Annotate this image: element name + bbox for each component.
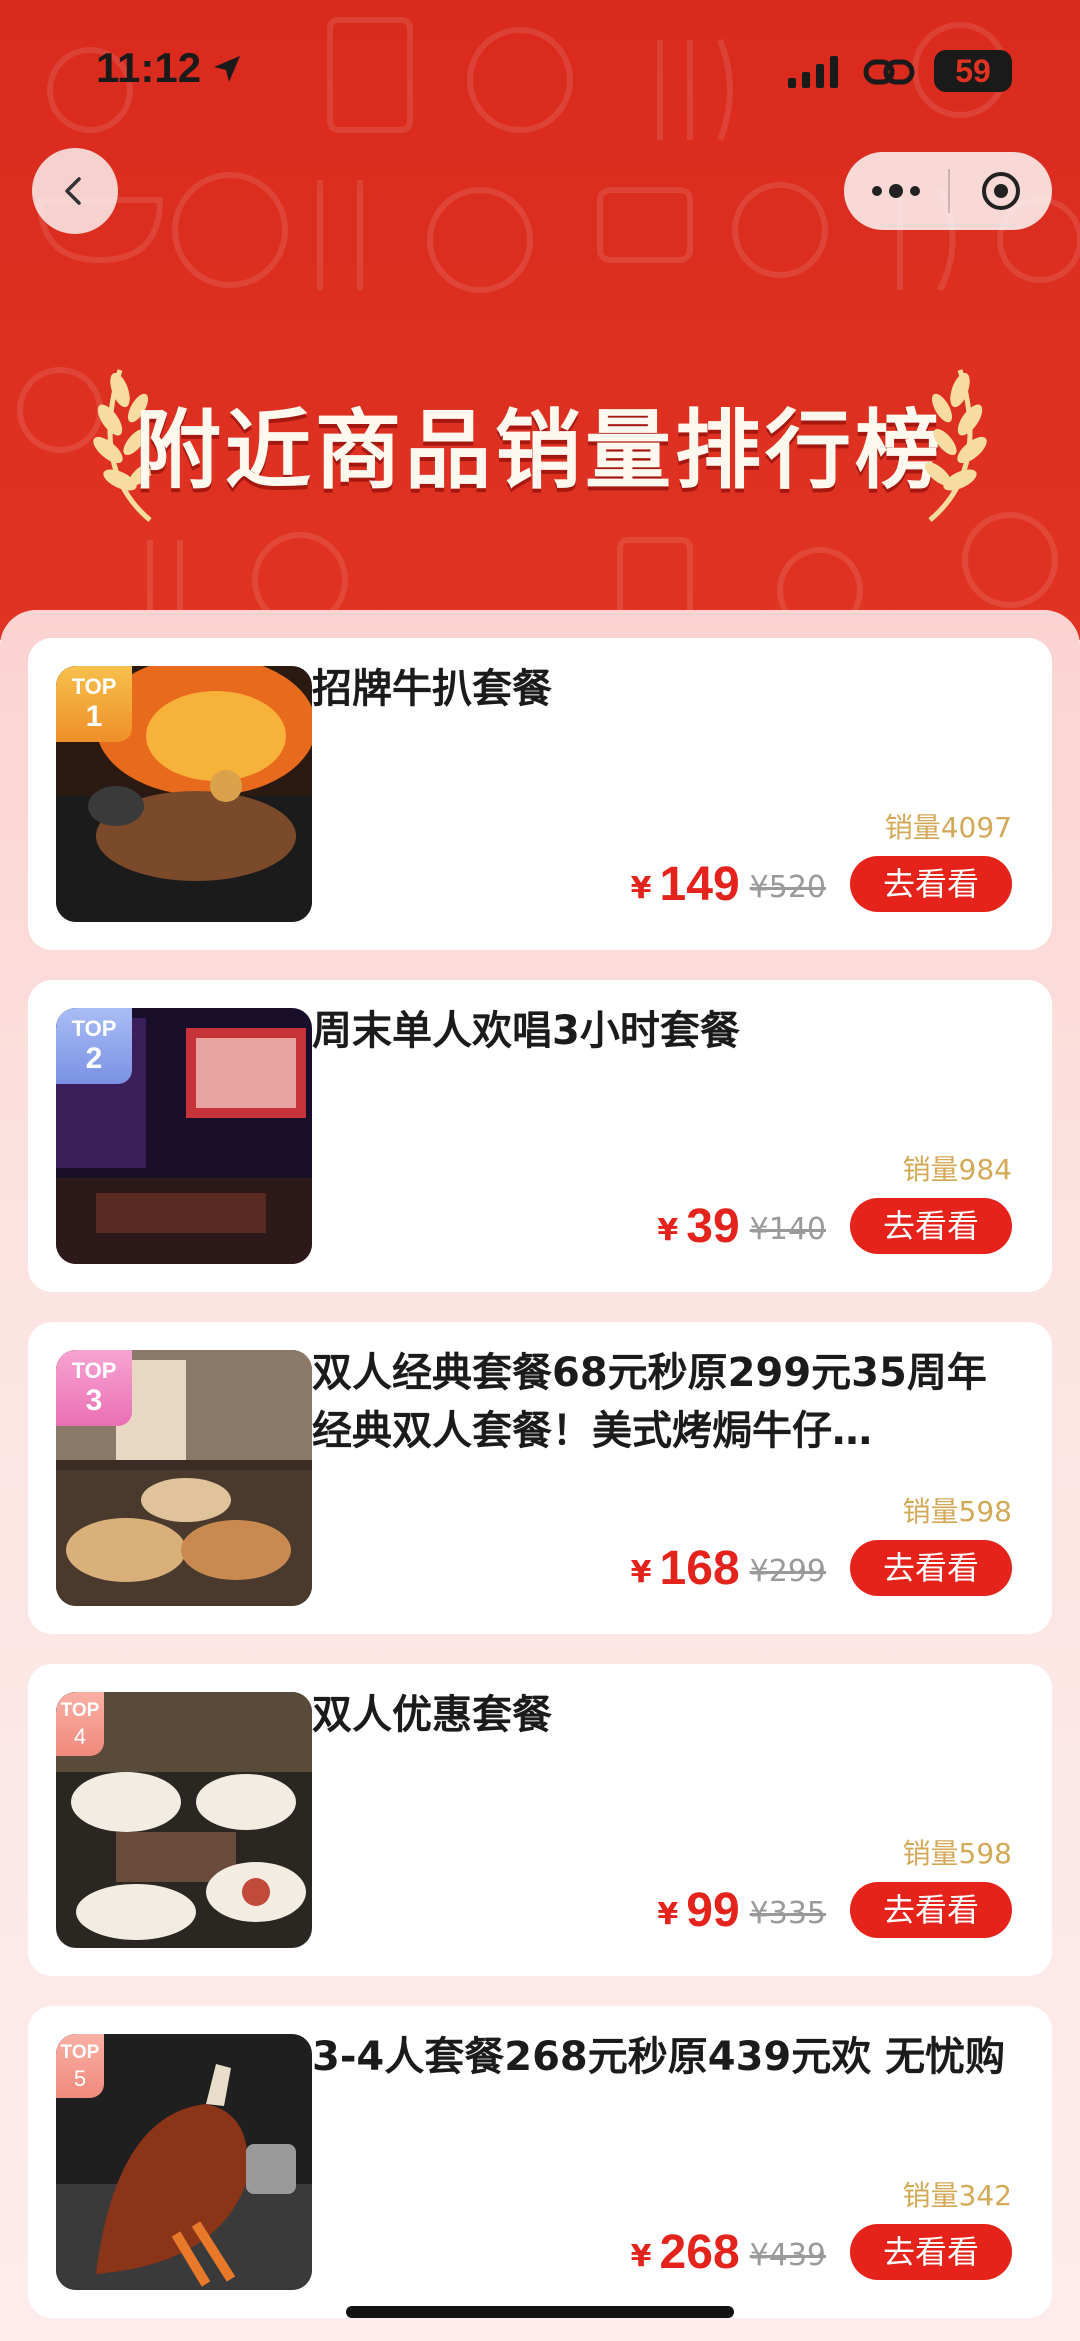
product-image[interactable]: TOP 4: [56, 1692, 312, 1948]
product-image[interactable]: TOP 3: [56, 1350, 312, 1606]
list-item[interactable]: TOP 3 双人经典套餐68元秒原299元35周年经典双人套餐！美式烤焗牛仔… …: [28, 1322, 1052, 1634]
rank-badge: TOP 5: [56, 2034, 104, 2098]
status-time: 11:12: [96, 44, 202, 91]
laurel-right-icon: [924, 369, 987, 522]
sales-count: 销量4097: [884, 811, 1012, 844]
original-price: ¥140: [749, 1211, 826, 1247]
sale-price: 149: [659, 857, 740, 911]
signal-icon: [788, 56, 838, 88]
product-title[interactable]: 周末单人欢唱3小时套餐: [312, 1002, 1022, 1060]
sales-count: 销量598: [902, 1837, 1012, 1870]
view-button[interactable]: 去看看: [850, 856, 1012, 912]
price-row: ¥ 39 ¥140 去看看: [657, 1198, 1012, 1254]
original-price: ¥520: [749, 869, 826, 905]
chevron-left-icon: [65, 177, 81, 205]
sale-price: 268: [659, 2225, 740, 2279]
rank-label: TOP: [71, 674, 117, 699]
product-image[interactable]: TOP 2: [56, 1008, 312, 1264]
header-banner: 11:12 59 附近商品销量排行榜: [0, 0, 1080, 640]
price-row: ¥ 149 ¥520 去看看: [631, 856, 1012, 912]
rank-label: TOP: [71, 1358, 117, 1383]
view-button[interactable]: 去看看: [850, 1540, 1012, 1596]
back-button[interactable]: [32, 148, 118, 234]
sales-count: 销量984: [902, 1153, 1012, 1186]
currency-symbol: ¥: [630, 2238, 652, 2274]
sale-price: 39: [686, 1199, 740, 1253]
view-button[interactable]: 去看看: [850, 2224, 1012, 2280]
sales-count: 销量342: [902, 2179, 1012, 2212]
rank-label: TOP: [71, 1016, 117, 1041]
original-price: ¥299: [749, 1553, 826, 1589]
more-button[interactable]: [844, 152, 948, 230]
ranking-list: TOP 1 招牌牛扒套餐 销量4097 ¥ 149 ¥520 去看看 TOP 2…: [0, 610, 1080, 2341]
rank-badge: TOP 2: [56, 1008, 132, 1084]
rank-number: 5: [73, 2066, 87, 2091]
sales-count: 销量598: [902, 1495, 1012, 1528]
rank-badge: TOP 3: [56, 1350, 132, 1426]
currency-symbol: ¥: [630, 1554, 652, 1590]
price-row: ¥ 99 ¥335 去看看: [657, 1882, 1012, 1938]
rank-number: 1: [85, 700, 103, 733]
location-arrow-icon: [214, 56, 240, 82]
product-title[interactable]: 双人经典套餐68元秒原299元35周年经典双人套餐！美式烤焗牛仔…: [312, 1344, 1022, 1460]
list-item[interactable]: TOP 1 招牌牛扒套餐 销量4097 ¥ 149 ¥520 去看看: [28, 638, 1052, 950]
mini-program-capsule: [844, 152, 1052, 230]
list-item[interactable]: TOP 2 周末单人欢唱3小时套餐 销量984 ¥ 39 ¥140 去看看: [28, 980, 1052, 1292]
list-item[interactable]: TOP 5 3-4人套餐268元秒原439元欢 无忧购 销量342 ¥ 268 …: [28, 2006, 1052, 2318]
sale-price: 99: [686, 1883, 740, 1937]
home-indicator[interactable]: [346, 2306, 734, 2318]
rank-number: 2: [85, 1042, 103, 1075]
view-button[interactable]: 去看看: [850, 1882, 1012, 1938]
currency-symbol: ¥: [657, 1212, 679, 1248]
battery-icon: 59: [934, 50, 1012, 92]
product-image[interactable]: TOP 1: [56, 666, 312, 922]
more-dots-icon: [872, 184, 920, 198]
rank-number: 4: [73, 1724, 87, 1749]
rank-badge: TOP 4: [56, 1692, 104, 1756]
product-title[interactable]: 双人优惠套餐: [312, 1686, 1022, 1744]
rank-badge: TOP 1: [56, 666, 132, 742]
rank-number: 3: [85, 1384, 103, 1417]
link-icon: [863, 59, 915, 85]
close-mini-program-button[interactable]: [950, 152, 1052, 230]
price-row: ¥ 268 ¥439 去看看: [631, 2224, 1012, 2280]
sale-price: 168: [659, 1541, 740, 1595]
rank-label: TOP: [60, 2042, 100, 2063]
currency-symbol: ¥: [657, 1896, 679, 1932]
status-bar: 11:12 59: [0, 0, 1080, 140]
currency-symbol: ¥: [630, 870, 652, 906]
list-item[interactable]: TOP 4 双人优惠套餐 销量598 ¥ 99 ¥335 去看看: [28, 1664, 1052, 1976]
view-button[interactable]: 去看看: [850, 1198, 1012, 1254]
product-title[interactable]: 招牌牛扒套餐: [312, 660, 1022, 718]
product-title[interactable]: 3-4人套餐268元秒原439元欢 无忧购: [312, 2028, 1022, 2086]
rank-label: TOP: [60, 1700, 100, 1721]
original-price: ¥335: [749, 1895, 826, 1931]
target-icon: [982, 172, 1020, 210]
price-row: ¥ 168 ¥299 去看看: [631, 1540, 1012, 1596]
original-price: ¥439: [749, 2237, 826, 2273]
product-image[interactable]: TOP 5: [56, 2034, 312, 2290]
